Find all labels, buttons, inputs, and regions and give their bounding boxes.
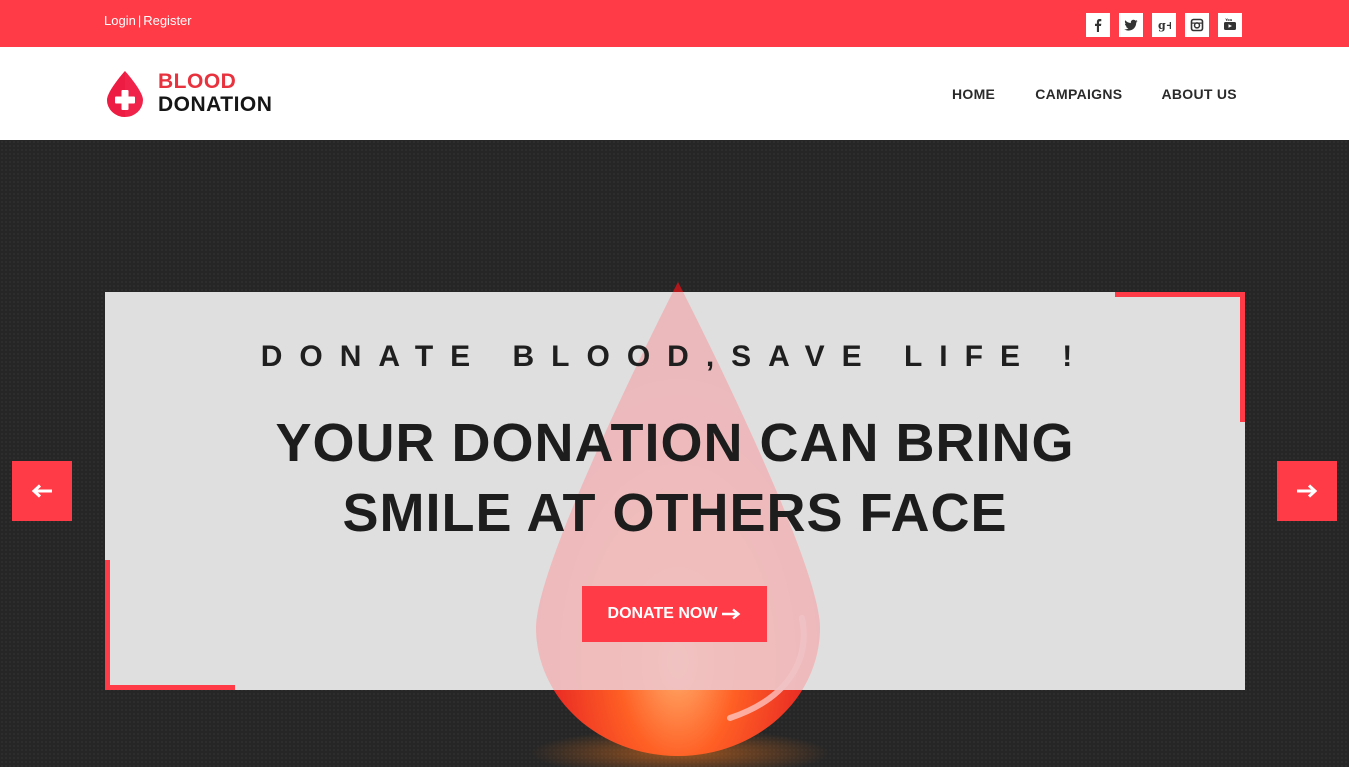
arrow-left-icon — [31, 484, 52, 498]
login-link[interactable]: Login — [104, 13, 136, 28]
auth-separator: | — [137, 13, 142, 28]
nav-about-us[interactable]: ABOUT US — [1161, 86, 1237, 102]
nav-home[interactable]: HOME — [952, 86, 995, 102]
hero-tagline: DONATE BLOOD,SAVE LIFE ! — [260, 340, 1090, 373]
social-links: g+ You — [1086, 13, 1242, 37]
twitter-icon[interactable] — [1119, 13, 1143, 37]
hero-headline: YOUR DONATION CAN BRING SMILE AT OTHERS … — [105, 408, 1245, 548]
nav-campaigns[interactable]: CAMPAIGNS — [1035, 86, 1122, 102]
slider-prev-button[interactable] — [12, 461, 72, 521]
arrow-right-icon — [1297, 484, 1318, 498]
site-header: BLOOD DONATION HOME CAMPAIGNS ABOUT US — [0, 47, 1349, 140]
youtube-icon[interactable]: You — [1218, 13, 1242, 37]
google-plus-icon[interactable]: g+ — [1152, 13, 1176, 37]
svg-text:g+: g+ — [1158, 19, 1171, 32]
hero-headline-line2: SMILE AT OTHERS FACE — [342, 483, 1008, 543]
auth-links: Login | Register — [104, 13, 192, 28]
slider-next-button[interactable] — [1277, 461, 1337, 521]
arrow-right-icon — [722, 608, 741, 620]
register-link[interactable]: Register — [143, 13, 191, 28]
card-corner-accent — [105, 685, 235, 690]
card-corner-accent — [105, 560, 110, 690]
facebook-icon[interactable] — [1086, 13, 1110, 37]
logo-text: BLOOD DONATION — [158, 70, 272, 116]
logo[interactable]: BLOOD DONATION — [105, 69, 272, 117]
instagram-icon[interactable] — [1185, 13, 1209, 37]
top-bar: Login | Register g+ You — [0, 0, 1349, 47]
logo-line-blood: BLOOD — [158, 70, 237, 93]
donate-now-button[interactable]: DONATE NOW — [582, 586, 767, 642]
logo-line-donation: DONATION — [158, 93, 273, 116]
card-corner-accent — [1115, 292, 1245, 297]
hero-headline-line1: YOUR DONATION CAN BRING — [275, 413, 1075, 473]
blood-drop-logo-icon — [107, 71, 143, 117]
donate-now-label: DONATE NOW — [607, 605, 718, 622]
svg-text:You: You — [1224, 18, 1233, 22]
main-nav: HOME CAMPAIGNS ABOUT US — [952, 86, 1237, 102]
hero-slider: DONATE BLOOD,SAVE LIFE ! YOUR DONATION C… — [0, 140, 1349, 767]
